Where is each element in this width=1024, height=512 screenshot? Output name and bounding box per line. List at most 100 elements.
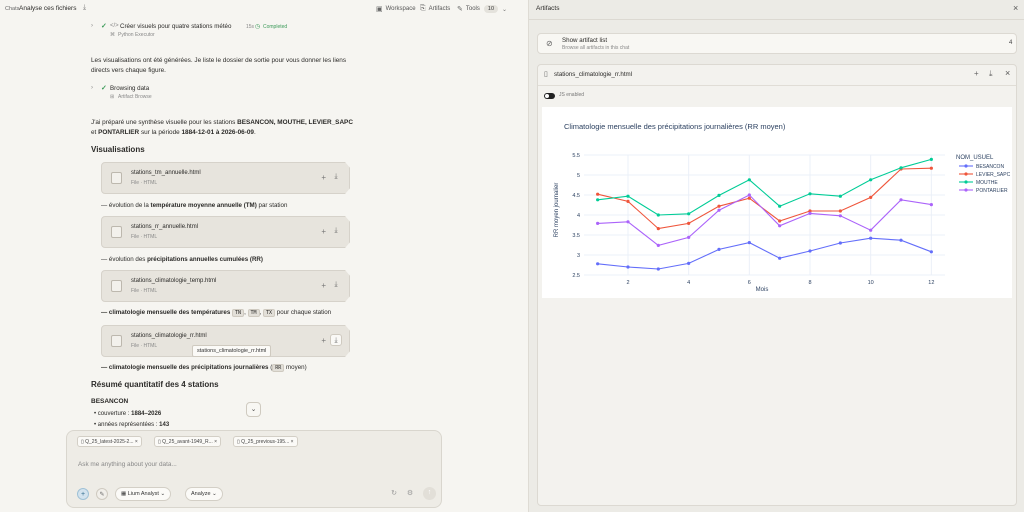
close-icon[interactable]: × xyxy=(291,439,294,445)
paragraph-summary: J'ai préparé une synthèse visuelle pour … xyxy=(91,119,353,136)
data-point xyxy=(596,192,600,196)
wrench-icon[interactable]: ✎ xyxy=(96,488,108,500)
download-icon[interactable]: ⤓ xyxy=(330,225,342,237)
attachment-chip[interactable]: ▯ Q_25_latest-2025-2... × xyxy=(77,436,142,447)
check-icon: ✓ xyxy=(101,23,107,30)
y-tick-label: 2.5 xyxy=(572,273,580,279)
download-icon[interactable]: ⤓ xyxy=(330,171,342,183)
mode-selector[interactable]: Analyze ⌄ xyxy=(185,487,223,501)
list-item: • années représentées : 143 xyxy=(94,422,170,428)
step-tool: Artifact Browse xyxy=(118,94,152,100)
file-icon xyxy=(111,226,122,238)
attachment-chip[interactable]: ▯ Q_25_avant-1949_R... × xyxy=(154,436,222,447)
file-card[interactable]: stations_climatologie_temp.html File · H… xyxy=(101,270,350,302)
add-icon[interactable]: + xyxy=(321,227,326,236)
show-list-subtitle: Browse all artifacts in this chat xyxy=(562,45,630,51)
chart-title: Climatologie mensuelle des précipitation… xyxy=(564,122,786,131)
data-point xyxy=(687,221,691,225)
show-artifact-list-button[interactable]: ⊘ Show artifact list Browse all artifact… xyxy=(537,33,1017,54)
settings-icon[interactable]: ⚙ xyxy=(404,488,416,500)
add-icon[interactable]: + xyxy=(974,69,979,78)
workspace-button[interactable]: ▣ Workspace xyxy=(376,5,416,13)
chat-title[interactable]: Analyse ces fichiers xyxy=(19,5,76,12)
series-line-pontarlier xyxy=(597,194,932,247)
file-name: stations_tm_annuelle.html xyxy=(131,170,201,176)
file-card[interactable]: stations_tm_annuelle.html File · HTML + … xyxy=(101,162,350,194)
agent-icon: ▦ xyxy=(121,491,127,497)
data-point xyxy=(899,238,903,242)
send-button[interactable]: ↑ xyxy=(423,487,436,500)
attachment-chip[interactable]: ▯ Q_25_previous-195... × xyxy=(233,436,298,447)
data-point xyxy=(899,166,903,170)
download-icon[interactable]: ⤓ xyxy=(330,334,342,346)
download-icon[interactable]: ⤓ xyxy=(989,69,993,79)
data-point xyxy=(717,208,721,212)
close-icon[interactable]: × xyxy=(1013,3,1018,13)
data-point xyxy=(869,236,873,240)
file-description: — climatologie mensuelle des température… xyxy=(101,309,332,317)
scroll-down-button[interactable]: ⌄ xyxy=(246,402,261,417)
data-point xyxy=(808,249,812,253)
viewer-header: ▯ stations_climatologie_rr.html + ⤓ × xyxy=(538,65,1016,86)
add-icon[interactable]: + xyxy=(321,336,326,345)
download-tooltip: stations_climatologie_rr.html xyxy=(192,345,272,357)
close-icon[interactable]: × xyxy=(1005,68,1010,78)
js-toggle[interactable] xyxy=(544,93,555,99)
add-attachment-button[interactable]: + xyxy=(77,488,89,500)
chat-pane: Chats Analyse ces fichiers ⤓ ▣ Workspace… xyxy=(0,0,528,512)
legend-title: NOM_USUEL xyxy=(956,155,994,161)
chat-header: Chats Analyse ces fichiers ⤓ ▣ Workspace… xyxy=(0,0,528,20)
legend-marker xyxy=(964,172,968,176)
data-point xyxy=(656,227,660,231)
file-icon xyxy=(111,335,122,347)
close-icon[interactable]: × xyxy=(135,439,138,445)
data-point xyxy=(838,209,842,213)
export-icon[interactable]: ⤓ xyxy=(83,4,86,12)
file-meta: File · HTML xyxy=(131,288,158,294)
series-line-besancon xyxy=(597,237,932,270)
x-tick-label: 12 xyxy=(928,280,934,286)
close-icon[interactable]: × xyxy=(214,439,217,445)
data-point xyxy=(899,198,903,202)
agent-selector[interactable]: ▦ Lium Analyst ⌄ xyxy=(115,487,172,501)
legend-entry: BESANCON xyxy=(976,164,1004,170)
file-description: — climatologie mensuelle des précipitati… xyxy=(101,364,307,372)
download-icon[interactable]: ⤓ xyxy=(330,279,342,291)
chart-legend: NOM_USUEL BESANCON LEVIER_SAPC MOUTHE PONTA… xyxy=(956,155,1011,194)
data-point xyxy=(717,193,721,197)
file-card[interactable]: stations_rr_annuelle.html File · HTML + … xyxy=(101,216,350,248)
tools-icon: ✎ xyxy=(457,6,463,13)
refresh-icon[interactable]: ↻ xyxy=(388,488,400,500)
file-name: stations_climatologie_rr.html xyxy=(131,333,207,339)
step-tool: Python Executor xyxy=(118,32,155,38)
data-point xyxy=(929,250,933,254)
chevron-down-icon: ⌄ xyxy=(212,491,217,497)
python-icon: ⌘ xyxy=(110,32,115,38)
legend-marker xyxy=(964,180,968,184)
step-title: Créer visuels pour quatre stations météo xyxy=(120,23,232,30)
tools-button[interactable]: ✎ Tools 10 ⌄ xyxy=(457,5,507,13)
x-tick-label: 2 xyxy=(626,280,629,286)
data-point xyxy=(747,178,751,182)
artifacts-button[interactable]: ⎘ Artifacts xyxy=(420,5,450,13)
chevron-right-icon: › xyxy=(91,85,93,91)
add-icon[interactable]: + xyxy=(321,281,326,290)
file-name: stations_climatologie_temp.html xyxy=(131,278,217,284)
artifacts-icon: ⎘ xyxy=(420,5,426,12)
data-point xyxy=(747,241,751,245)
legend-marker xyxy=(964,188,968,192)
heading-resume: Résumé quantitatif des 4 stations xyxy=(91,380,219,389)
add-icon[interactable]: + xyxy=(321,173,326,182)
data-point xyxy=(838,214,842,218)
chats-link[interactable]: Chats xyxy=(5,6,19,12)
data-point xyxy=(747,193,751,197)
data-point xyxy=(838,241,842,245)
data-point xyxy=(929,203,933,207)
code-icon: </> xyxy=(110,23,119,29)
chart-container: Climatologie mensuelle des précipitation… xyxy=(542,107,1012,298)
x-tick-label: 6 xyxy=(748,280,751,286)
data-point xyxy=(596,221,600,225)
chat-input-field[interactable]: Ask me anything about your data... xyxy=(78,461,177,468)
file-name: stations_rr_annuelle.html xyxy=(131,224,199,230)
data-point xyxy=(626,220,630,224)
